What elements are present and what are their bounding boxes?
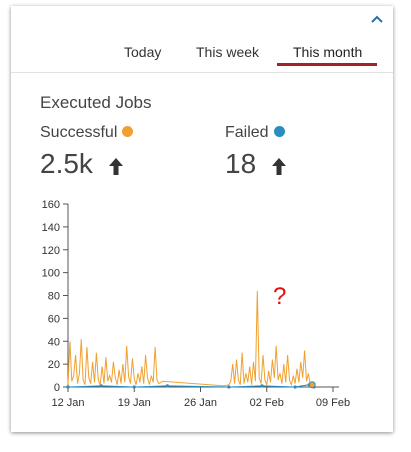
arrow-up-icon	[108, 150, 123, 182]
x-axis: 12 Jan 19 Jan 26 Jan 02 Feb 09 Feb	[51, 386, 350, 409]
y-tick-label: 100	[42, 268, 60, 280]
tab-today[interactable]: Today	[124, 44, 161, 60]
failed-point	[132, 385, 136, 389]
successful-metric-value: 2.5k	[40, 148, 123, 182]
last-point-marker	[308, 381, 316, 389]
y-tick-label: 20	[48, 359, 60, 371]
executed-jobs-card: Today This week This month Executed Jobs…	[11, 6, 393, 432]
x-tick-label: 19 Jan	[118, 397, 151, 409]
failed-legend-dot	[273, 126, 285, 137]
failed-value-text: 18	[225, 148, 257, 179]
failed-point	[66, 385, 70, 389]
failed-point	[165, 384, 169, 388]
annotation-question-mark: ?	[273, 283, 286, 310]
arrow-up-icon	[271, 150, 286, 182]
successful-metric-label: Successful	[40, 124, 134, 142]
failed-metric-label: Failed	[225, 124, 285, 142]
x-tick-label: 26 Jan	[184, 397, 217, 409]
failed-metric-value: 18	[225, 148, 286, 182]
y-tick-label: 140	[42, 222, 60, 234]
x-tick-label: 12 Jan	[51, 397, 84, 409]
failed-label-text: Failed	[225, 124, 269, 141]
y-tick-label: 40	[48, 336, 60, 348]
successful-value-text: 2.5k	[40, 148, 93, 179]
failed-point	[99, 384, 103, 388]
active-tab-indicator	[277, 63, 377, 66]
executed-jobs-chart: 0 20 40 60 80 100 120 140 160 12 Jan 19 Jan 26 Jan…	[42, 199, 350, 409]
failed-point	[293, 385, 297, 389]
y-tick-label: 80	[48, 291, 60, 303]
successful-legend-dot	[122, 126, 134, 137]
x-tick-label: 02 Feb	[250, 397, 284, 409]
time-range-tabs: Today This week This month	[11, 32, 393, 73]
chevron-up-icon[interactable]	[369, 12, 385, 26]
successful-label-text: Successful	[40, 124, 118, 141]
failed-point	[227, 385, 231, 389]
y-tick-label: 60	[48, 313, 60, 325]
failed-point	[260, 384, 264, 388]
y-tick-label: 0	[54, 382, 60, 394]
y-axis: 0 20 40 60 80 100 120 140 160	[42, 199, 69, 394]
x-tick-label: 09 Feb	[316, 397, 350, 409]
y-tick-label: 120	[42, 245, 60, 257]
section-title: Executed Jobs	[40, 93, 152, 112]
tab-this-week[interactable]: This week	[196, 44, 259, 60]
tab-this-month[interactable]: This month	[293, 44, 362, 60]
y-tick-label: 160	[42, 199, 60, 211]
